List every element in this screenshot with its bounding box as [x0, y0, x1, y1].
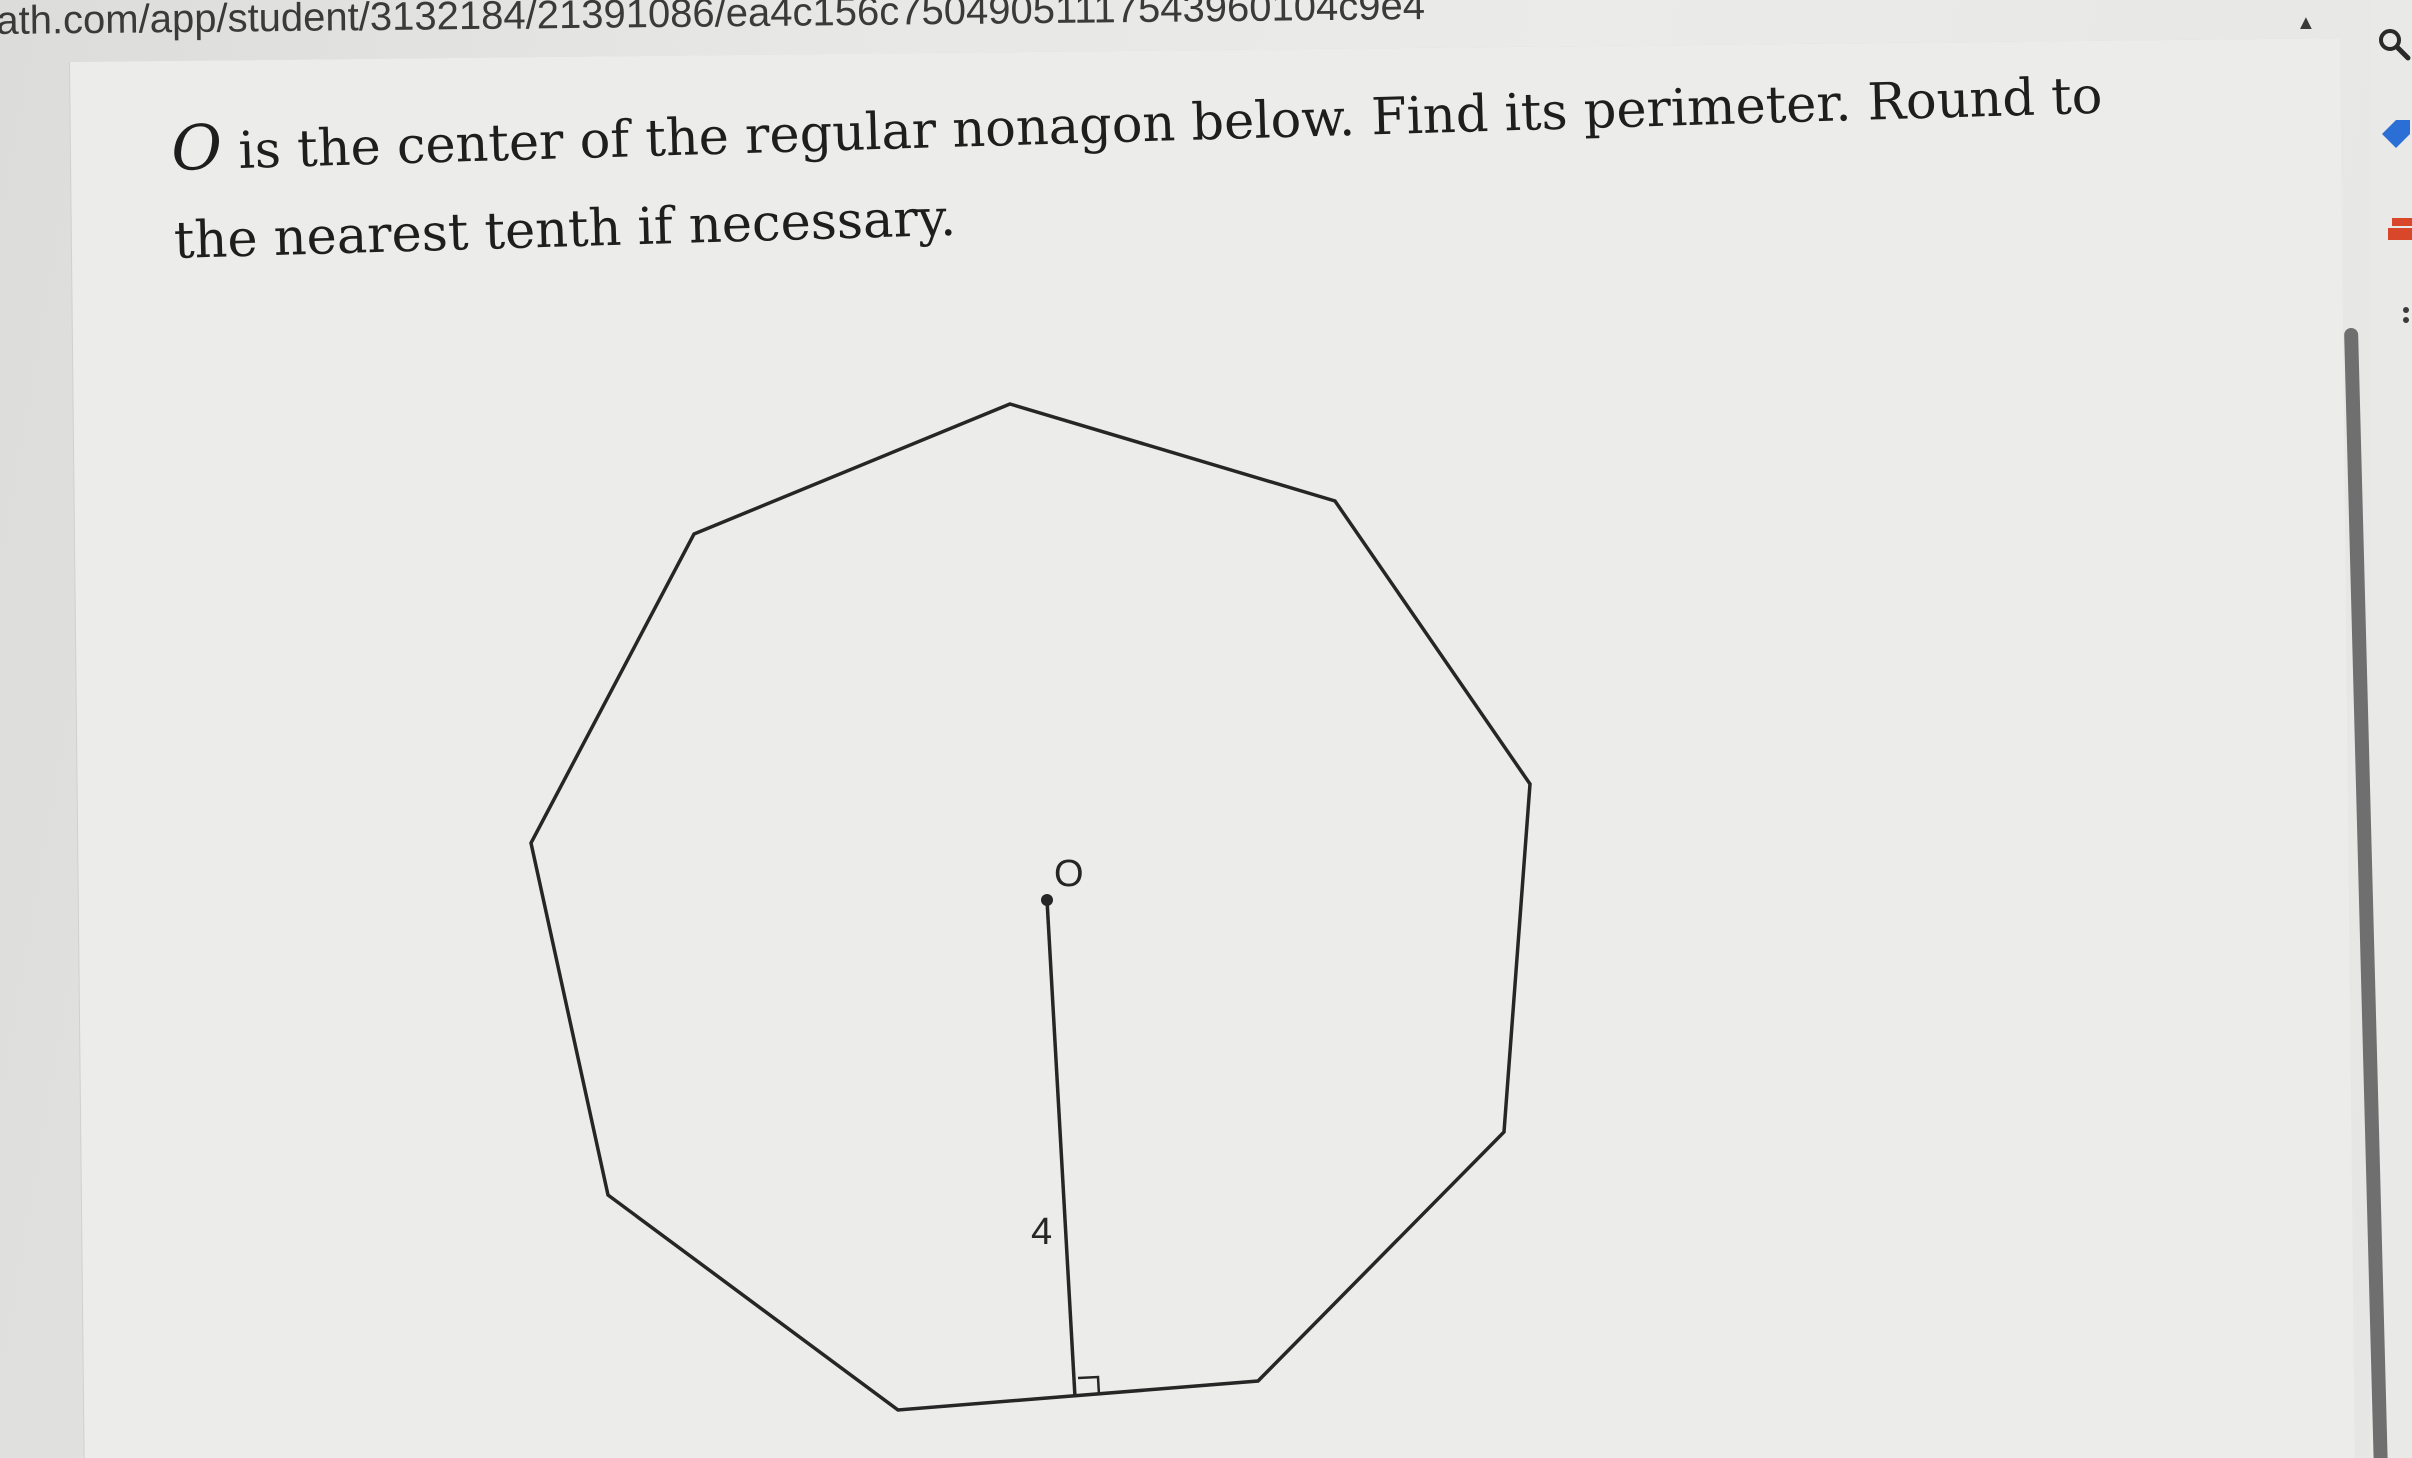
- center-label: O: [1054, 853, 1084, 895]
- scroll-up-arrow-icon[interactable]: ▲: [2296, 12, 2316, 35]
- extension-icon[interactable]: [2376, 210, 2412, 250]
- center-point: [1041, 894, 1053, 906]
- search-icon[interactable]: [2376, 24, 2412, 64]
- nonagon-outline: [529, 402, 1532, 1412]
- screen: ath.com/app/student/3132184/21391086/ea4…: [0, 0, 2412, 1458]
- bookmark-icon[interactable]: [2376, 114, 2412, 154]
- nonagon-figure: O 4: [529, 402, 1532, 1412]
- apothem-length-label: 4: [1031, 1211, 1052, 1253]
- right-angle-marker: [1077, 1375, 1101, 1396]
- more-icon[interactable]: [2376, 300, 2412, 340]
- apothem-segment: [1045, 899, 1077, 1398]
